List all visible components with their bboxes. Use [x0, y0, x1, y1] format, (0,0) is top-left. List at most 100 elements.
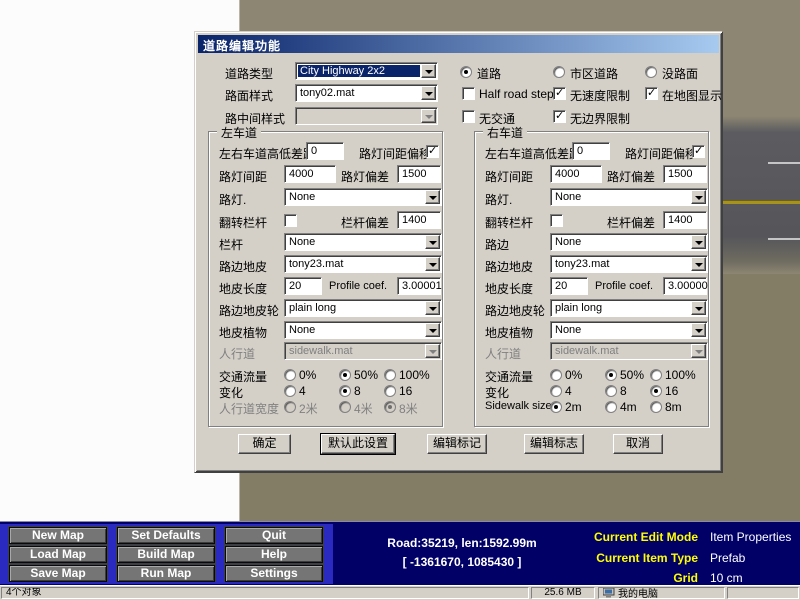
variation-16-radio[interactable] [384, 385, 396, 397]
dropdown-arrow-icon[interactable] [421, 64, 436, 78]
sidewalk-size-8m-radio[interactable] [650, 401, 662, 413]
half-road-step-checkbox[interactable] [462, 87, 475, 100]
show-on-map-label: 在地图显示 [662, 87, 722, 104]
dropdown-arrow-icon[interactable] [691, 301, 706, 315]
variation-4-radio[interactable] [284, 385, 296, 397]
ground-length-input[interactable]: 20 [284, 277, 322, 295]
no-boundary-checkbox[interactable] [553, 110, 566, 123]
sidewalk-size-2m-radio[interactable] [550, 401, 562, 413]
help-button[interactable]: Help [225, 546, 323, 563]
build-map-button[interactable]: Build Map [117, 546, 215, 563]
road-type-value: City Highway 2x2 [298, 65, 420, 77]
set-defaults-button[interactable]: Set Defaults [117, 527, 215, 544]
roadside-select[interactable]: None [550, 233, 708, 251]
traffic-50-radio[interactable] [339, 369, 351, 381]
lamp-dev-input[interactable]: 1500 [663, 165, 707, 183]
radio-road[interactable] [460, 66, 472, 78]
road-info: Road:35219, len:1592.99m [ -1361670, 108… [336, 522, 588, 586]
dropdown-arrow-icon[interactable] [421, 86, 436, 100]
variation-4-label: 4 [565, 384, 572, 398]
traffic-50-label: 50% [354, 368, 378, 382]
ground-plant-label: 地皮植物 [485, 324, 533, 341]
height-diff-input[interactable]: 0 [572, 142, 610, 160]
edit-mark-button[interactable]: 编辑标记 [427, 434, 487, 454]
variation-8-radio[interactable] [605, 385, 617, 397]
dropdown-arrow-icon[interactable] [691, 257, 706, 271]
no-traffic-checkbox[interactable] [462, 110, 475, 123]
road-edit-dialog: 道路编辑功能 道路类型 City Highway 2x2 道路 市区道路 没路面… [194, 31, 723, 473]
no-speed-limit-checkbox[interactable] [553, 87, 566, 100]
profile-coef-input[interactable]: 3.00001 [397, 277, 441, 295]
ground-plant-select[interactable]: None [284, 321, 442, 339]
no-boundary-label: 无边界限制 [570, 110, 630, 127]
roadside-ground-select[interactable]: tony23.mat [284, 255, 442, 273]
save-map-button[interactable]: Save Map [9, 565, 107, 582]
traffic-50-radio[interactable] [605, 369, 617, 381]
lamp-select[interactable]: None [550, 188, 708, 206]
new-map-button[interactable]: New Map [9, 527, 107, 544]
traffic-0-radio[interactable] [284, 369, 296, 381]
variation-4-radio[interactable] [550, 385, 562, 397]
half-road-step-label: Half road step [479, 87, 554, 101]
lamp-spacing-input[interactable]: 4000 [284, 165, 336, 183]
dropdown-arrow-icon[interactable] [425, 190, 440, 204]
variation-16-label: 16 [665, 384, 678, 398]
show-on-map-checkbox[interactable] [645, 87, 658, 100]
lamp-offset-check-label: 路灯间距偏移 [359, 145, 431, 162]
run-map-button[interactable]: Run Map [117, 565, 215, 582]
cancel-button[interactable]: 取消 [613, 434, 663, 454]
grid-label: Grid [560, 571, 698, 585]
dropdown-arrow-icon[interactable] [425, 323, 440, 337]
lamp-spacing-input[interactable]: 4000 [550, 165, 602, 183]
current-edit-mode-label: Current Edit Mode [560, 530, 698, 544]
load-map-button[interactable]: Load Map [9, 546, 107, 563]
roadside-ground-select[interactable]: tony23.mat [550, 255, 708, 273]
traffic-0-radio[interactable] [550, 369, 562, 381]
default-settings-button[interactable]: 默认此设置 [321, 434, 395, 454]
radio-urban-road[interactable] [553, 66, 565, 78]
height-diff-input[interactable]: 0 [306, 142, 344, 160]
dialog-titlebar[interactable]: 道路编辑功能 [198, 35, 719, 53]
ground-profile-select[interactable]: plain long [284, 299, 442, 317]
quit-button[interactable]: Quit [225, 527, 323, 544]
ok-button[interactable]: 确定 [238, 434, 291, 454]
lamp-offset-checkbox[interactable] [426, 145, 439, 158]
dropdown-arrow-icon[interactable] [425, 235, 440, 249]
rail-dev-input[interactable]: 1400 [663, 211, 707, 229]
profile-coef-input[interactable]: 3.00000 [663, 277, 707, 295]
dropdown-arrow-icon[interactable] [691, 323, 706, 337]
ground-length-input[interactable]: 20 [550, 277, 588, 295]
edit-sign-button[interactable]: 编辑标志 [524, 434, 584, 454]
left-lane-group-title: 左车道 [217, 124, 261, 141]
traffic-100-radio[interactable] [384, 369, 396, 381]
traffic-100-radio[interactable] [650, 369, 662, 381]
radio-no-surface[interactable] [645, 66, 657, 78]
sidewalk-size-4m-radio[interactable] [605, 401, 617, 413]
ground-profile-select[interactable]: plain long [550, 299, 708, 317]
rail-select[interactable]: None [284, 233, 442, 251]
flip-rail-checkbox[interactable] [284, 214, 297, 227]
ground-profile-label: 路边地皮轮 [219, 302, 279, 319]
settings-button[interactable]: Settings [225, 565, 323, 582]
dropdown-arrow-icon[interactable] [425, 257, 440, 271]
traffic-0-label: 0% [299, 368, 316, 382]
rail-dev-label: 栏杆偏差 [341, 214, 389, 231]
lamp-dev-input[interactable]: 1500 [397, 165, 441, 183]
traffic-50-label: 50% [620, 368, 644, 382]
rail-dev-input[interactable]: 1400 [397, 211, 441, 229]
surface-style-select[interactable]: tony02.mat [295, 84, 438, 102]
dropdown-arrow-icon[interactable] [691, 235, 706, 249]
ground-plant-select[interactable]: None [550, 321, 708, 339]
height-diff-label: 左右车道高低差距 [219, 145, 315, 162]
bottom-toolbar: New Map Load Map Save Map Set Defaults B… [0, 521, 800, 585]
dropdown-arrow-icon [691, 344, 706, 358]
road-type-select[interactable]: City Highway 2x2 [295, 62, 438, 80]
variation-16-radio[interactable] [650, 385, 662, 397]
lamp-select[interactable]: None [284, 188, 442, 206]
sidewalk-width-4-radio [339, 401, 351, 413]
variation-8-radio[interactable] [339, 385, 351, 397]
dropdown-arrow-icon[interactable] [691, 190, 706, 204]
lamp-offset-checkbox[interactable] [692, 145, 705, 158]
flip-rail-checkbox[interactable] [550, 214, 563, 227]
dropdown-arrow-icon[interactable] [425, 301, 440, 315]
